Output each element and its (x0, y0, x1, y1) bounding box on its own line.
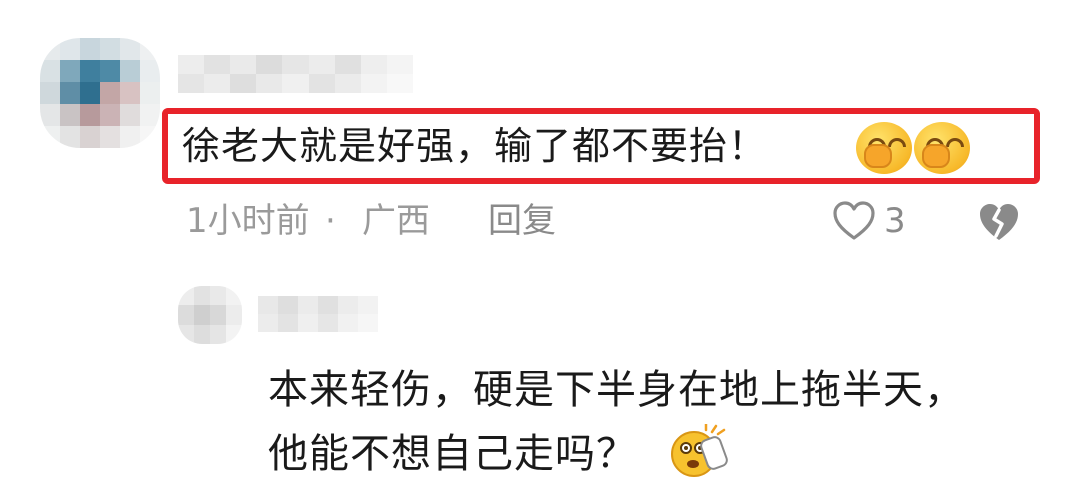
avatar-main-commenter[interactable] (40, 38, 160, 148)
reply-button[interactable]: 回复 (488, 198, 556, 244)
main-comment-text: 徐老大就是好强，输了都不要抬！ (182, 124, 768, 168)
heart-icon[interactable] (832, 200, 876, 242)
main-comment-emojis (856, 122, 970, 174)
reply-text-line-2: 他能不想自己走吗？ (268, 431, 637, 477)
dislike-broken-heart-icon[interactable] (976, 200, 1022, 244)
comment-time: 1小时前 (186, 201, 310, 241)
hand-over-mouth-emoji-icon (914, 122, 970, 174)
hand-over-mouth-emoji-icon (856, 122, 912, 174)
avatar-reply-commenter[interactable] (178, 286, 242, 344)
shocked-face-emoji-icon (671, 424, 728, 477)
commenter-name-blurred[interactable] (178, 55, 413, 93)
reply-text-line-1: 本来轻伤，硬是下半身在地上拖半天， (268, 367, 965, 413)
meta-separator: · (325, 201, 336, 241)
reply-commenter-name-blurred[interactable] (258, 296, 378, 332)
like-count: 3 (884, 201, 906, 241)
comment-location: 广西 (362, 201, 430, 241)
